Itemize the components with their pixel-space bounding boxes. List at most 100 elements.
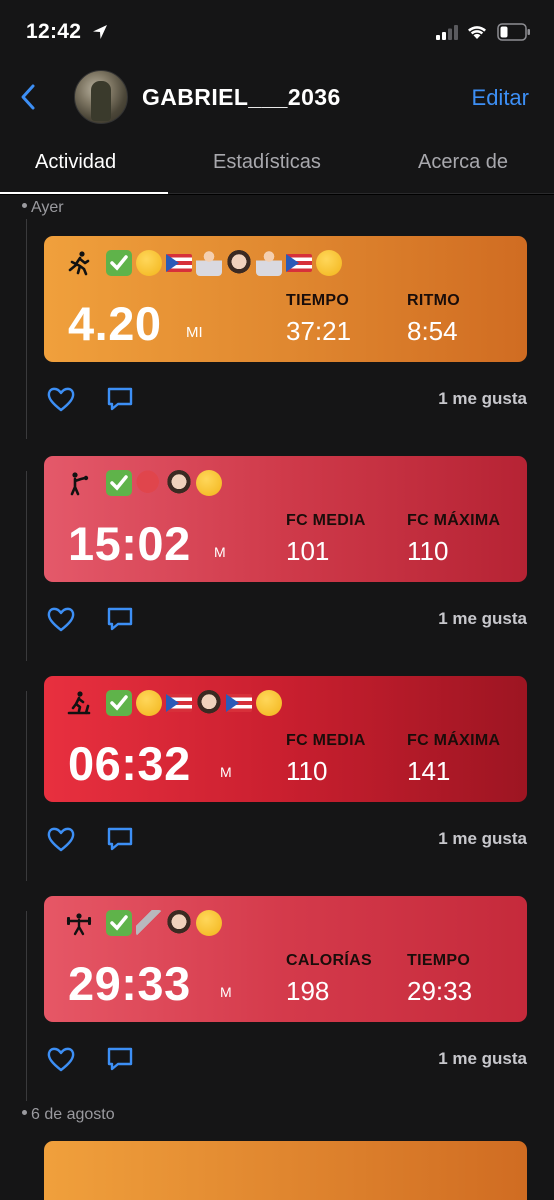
treadmill-icon <box>67 691 91 715</box>
stat-label: FC MEDIA <box>286 512 366 529</box>
stat-value: 141 <box>407 756 451 786</box>
date-label: 6 de agosto <box>31 1106 115 1123</box>
workout-value: 06:32 <box>68 737 191 790</box>
battery-icon <box>497 23 530 41</box>
date-header: Ayer <box>22 199 64 217</box>
heart-icon[interactable] <box>46 1045 76 1073</box>
status-time: 12:42 <box>26 20 82 43</box>
likes-count[interactable]: 1 me gusta <box>438 829 527 849</box>
back-chevron-icon[interactable] <box>18 82 40 112</box>
avatar[interactable] <box>74 70 128 124</box>
stat-label: FC MÁXIMA <box>407 512 501 529</box>
timeline-line <box>26 911 27 1101</box>
check-mark-emoji <box>106 470 132 496</box>
location-arrow-icon <box>93 25 107 39</box>
workout-actions: 1 me gusta <box>44 1039 527 1079</box>
likes-count[interactable]: 1 me gusta <box>438 609 527 629</box>
stat-label: FC MÁXIMA <box>407 732 501 749</box>
stat-value: 110 <box>407 536 449 566</box>
stat-value: 110 <box>286 756 328 786</box>
timeline-line <box>26 219 27 439</box>
leg-emoji <box>136 910 162 936</box>
stat-value: 8:54 <box>407 316 458 346</box>
bearded-man-emoji <box>196 690 222 716</box>
stat-label: TIEMPO <box>286 292 350 309</box>
boxing-icon <box>70 472 89 496</box>
workout-card-run[interactable]: 4.20 MI TIEMPO 37:21 RITMO 8:54 <box>44 236 527 362</box>
winking-face-emoji <box>196 910 222 936</box>
timeline-line <box>26 691 27 881</box>
heart-icon[interactable] <box>46 825 76 853</box>
activity-feed[interactable]: Ayer 4.20 MI TIEMPO 37:21 RITMO 8:54 1 m… <box>0 195 554 1200</box>
workout-main-value: 15:02 <box>68 516 191 571</box>
puerto-rico-flag-emoji <box>226 694 252 712</box>
winking-face-emoji <box>136 250 162 276</box>
avatar-photo <box>91 81 111 121</box>
emoji-row <box>106 688 286 718</box>
runner-emoji <box>256 250 282 276</box>
heart-icon[interactable] <box>46 605 76 633</box>
bearded-man-emoji <box>226 250 252 276</box>
comment-icon[interactable] <box>106 605 134 633</box>
check-mark-emoji <box>106 910 132 936</box>
emoji-row <box>106 908 226 938</box>
comment-icon[interactable] <box>106 1045 134 1073</box>
workout-unit: MI <box>186 324 203 341</box>
stat-value: 101 <box>286 536 330 566</box>
workout-card-partial[interactable] <box>44 1141 527 1200</box>
tab-activity[interactable]: Actividad <box>35 151 116 174</box>
workout-card-boxing[interactable]: 15:02 M FC MEDIA 101 FC MÁXIMA 110 <box>44 456 527 582</box>
workout-main-value: 06:32 <box>68 736 191 791</box>
puerto-rico-flag-emoji <box>166 254 192 272</box>
workout-unit: M <box>220 764 232 780</box>
workout-unit: M <box>214 544 226 560</box>
workout-value: 4.20 <box>68 297 162 350</box>
winking-face-emoji <box>316 250 342 276</box>
winking-face-emoji <box>256 690 282 716</box>
winking-face-emoji <box>136 690 162 716</box>
boxing-glove-emoji <box>136 470 162 496</box>
workout-actions: 1 me gusta <box>44 599 527 639</box>
wifi-icon <box>468 26 486 39</box>
likes-count[interactable]: 1 me gusta <box>438 1049 527 1069</box>
profile-header: GABRIEL___2036 Editar <box>0 64 554 136</box>
workout-actions: 1 me gusta <box>44 379 527 419</box>
weightlifting-icon <box>66 913 92 936</box>
check-mark-emoji <box>106 250 132 276</box>
stat-value: 29:33 <box>407 976 473 1006</box>
puerto-rico-flag-emoji <box>166 694 192 712</box>
workout-card-strength[interactable]: 29:33 M CALORÍAS 198 TIEMPO 29:33 <box>44 896 527 1022</box>
workout-actions: 1 me gusta <box>44 819 527 859</box>
username: GABRIEL___2036 <box>142 84 341 110</box>
tab-about[interactable]: Acerca de <box>418 151 508 174</box>
workout-card-treadmill[interactable]: 06:32 M FC MEDIA 110 FC MÁXIMA 141 <box>44 676 527 802</box>
workout-main-value: 29:33 <box>68 956 191 1011</box>
check-mark-emoji <box>106 690 132 716</box>
comment-icon[interactable] <box>106 385 134 413</box>
status-bar: 12:42 <box>0 0 554 64</box>
bearded-man-emoji <box>166 470 192 496</box>
timeline-dot <box>22 203 27 209</box>
emoji-row <box>106 468 226 498</box>
stat-label: TIEMPO <box>407 952 471 969</box>
bearded-man-emoji <box>166 910 192 936</box>
workout-unit: M <box>220 984 232 1000</box>
timeline-dot <box>22 1110 27 1116</box>
date-label: Ayer <box>31 199 64 216</box>
stat-label: CALORÍAS <box>286 952 372 969</box>
profile-tabs: Actividad Estadísticas Acerca de <box>0 136 554 194</box>
stat-value: 198 <box>286 976 330 1006</box>
tab-statistics[interactable]: Estadísticas <box>213 151 321 174</box>
workout-value: 15:02 <box>68 517 191 570</box>
edit-button[interactable]: Editar <box>472 85 529 111</box>
heart-icon[interactable] <box>46 385 76 413</box>
stat-label: RITMO <box>407 292 461 309</box>
workout-value: 29:33 <box>68 957 191 1010</box>
comment-icon[interactable] <box>106 825 134 853</box>
emoji-row <box>106 248 346 278</box>
puerto-rico-flag-emoji <box>286 254 312 272</box>
stat-value: 37:21 <box>286 316 352 346</box>
running-icon <box>68 251 90 276</box>
winking-face-emoji <box>196 470 222 496</box>
likes-count[interactable]: 1 me gusta <box>438 389 527 409</box>
